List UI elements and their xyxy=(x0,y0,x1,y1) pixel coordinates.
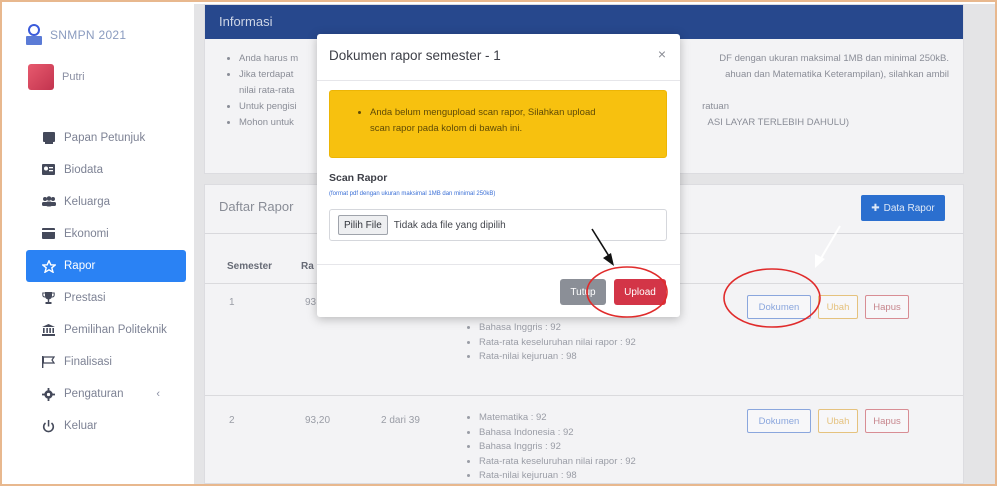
highlight-ellipse-upload xyxy=(586,266,668,318)
white-arrow-icon xyxy=(815,225,841,268)
highlight-ellipse-dokumen xyxy=(723,268,821,328)
black-arrow-icon xyxy=(591,228,614,266)
annotation-layer xyxy=(586,225,841,328)
app-frame: SNMPN 2021 Putri Papan Petunjuk Biodata xyxy=(0,0,997,486)
